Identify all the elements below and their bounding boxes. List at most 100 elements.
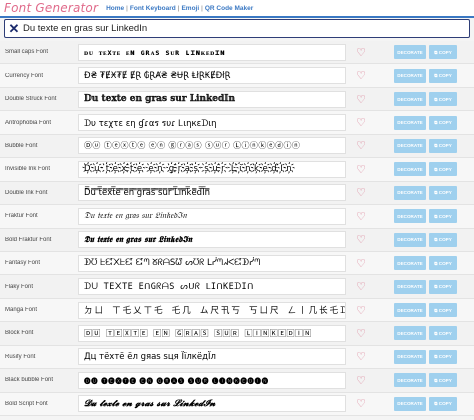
header-divider <box>0 16 474 18</box>
top-bar: Font Generator Home | Font Keyboard | Em… <box>0 0 474 16</box>
heart-icon[interactable]: ♡ <box>346 186 376 199</box>
font-row: Black bubble Font 🅓🅤 🅣🅔🅧🅣🅔 🅔🅝 🅖🅡🅐🅢 🅢🅤🅡 🅛🅘… <box>0 369 474 393</box>
copy-button-label: COPY <box>438 401 452 407</box>
font-name-label: Bubble Font <box>5 142 38 149</box>
nav-link-emoji[interactable]: Emoji <box>181 5 199 12</box>
font-name-label: Black bubble Font <box>5 377 54 384</box>
heart-icon[interactable]: ♡ <box>346 257 376 270</box>
font-output-field[interactable]: ᗪᑌ TE᙭TE EᑎGᖇᗩS ᔕᑌᖇ ᒪIᑎKEᗪIᑎ <box>78 278 346 296</box>
heart-icon[interactable]: ♡ <box>346 210 376 223</box>
decorate-button[interactable]: DECORATE <box>394 209 426 224</box>
copy-button[interactable]: ⧉ COPY <box>429 279 457 294</box>
font-row: Block Font 🄳🅄 🅃🄴🅇🅃🄴 🄴🄽 🄶🅁🄰🅂 🅂🅄🅁 🄻🄸🄽🄺🄴🄳🄸🄽 ♡… <box>0 322 474 346</box>
font-name-label: Small caps Font <box>5 49 49 56</box>
heart-icon[interactable]: ♡ <box>346 233 376 246</box>
copy-button[interactable]: ⧉ COPY <box>429 303 457 318</box>
decorate-button[interactable]: DECORATE <box>394 138 426 153</box>
font-output-field[interactable]: 🄳🅄 🅃🄴🅇🅃🄴 🄴🄽 🄶🅁🄰🅂 🅂🅄🅁 🄻🄸🄽🄺🄴🄳🄸🄽 <box>78 324 346 342</box>
font-output-field[interactable]: ᴅᴜ ᴛᴇxᴛᴇ ᴇɴ ɢʀᴀs sᴜʀ ʟɪɴᴋᴇᴅɪɴ <box>78 43 346 61</box>
decorate-button[interactable]: DECORATE <box>394 162 426 177</box>
copy-button[interactable]: ⧉ COPY <box>429 326 457 341</box>
font-output-field[interactable]: ᗫᘮ ᖶᘿ᙭ᖶᘿ ᘿᘉ ᘜᖇᗩSᘺ ᔕᘮᖇ ᒪᓰᘉᖽᐸᘿᗫᓰᘉ <box>78 254 346 272</box>
font-output-field[interactable]: Ⓓⓤ ⓣⓔⓧⓣⓔ ⓔⓝ ⓖⓡⓐⓢ ⓢⓤⓡ Ⓛⓘⓝⓚⓔⓓⓘⓝ <box>78 137 346 155</box>
font-row: Antrophobia Font ᗪυ τεχτε εη ɠɾαร รυɾ Ꮮιη… <box>0 111 474 135</box>
text-input-box: ✕ <box>4 19 470 38</box>
decorate-button[interactable]: DECORATE <box>394 326 426 341</box>
decorate-button[interactable]: DECORATE <box>394 45 426 60</box>
copy-button-label: COPY <box>438 237 452 243</box>
heart-icon[interactable]: ♡ <box>346 139 376 152</box>
font-output-field[interactable]: 🅓🅤 🅣🅔🅧🅣🅔 🅔🅝 🅖🅡🅐🅢 🅢🅤🅡 🅛🅘🅝🅚🅔🅓🅘🅝 <box>78 371 346 389</box>
font-row: Invisible Ink Font D҉u҉ t҉e҉x҉t҉e҉ e҉n҉ g… <box>0 158 474 182</box>
copy-button[interactable]: ⧉ COPY <box>429 45 457 60</box>
heart-icon[interactable]: ♡ <box>346 397 376 410</box>
decorate-button[interactable]: DECORATE <box>394 303 426 318</box>
copy-button[interactable]: ⧉ COPY <box>429 68 457 83</box>
copy-button[interactable]: ⧉ COPY <box>429 162 457 177</box>
font-name-label: Bold Fraktur Font <box>5 236 52 243</box>
heart-icon[interactable]: ♡ <box>346 46 376 59</box>
copy-button[interactable]: ⧉ COPY <box>429 185 457 200</box>
decorate-button[interactable]: DECORATE <box>394 232 426 247</box>
heart-icon[interactable]: ♡ <box>346 374 376 387</box>
font-row: Fantasy Font ᗫᘮ ᖶᘿ᙭ᖶᘿ ᘿᘉ ᘜᖇᗩSᘺ ᔕᘮᖇ ᒪᓰᘉᖽᐸᘿ… <box>0 251 474 276</box>
font-output-field[interactable]: Дц тёхтё ёл gяаѕ ѕця ЇїлкёдЇл <box>78 348 346 366</box>
font-output-field[interactable]: D҉u҉ t҉e҉x҉t҉e҉ e҉n҉ g҉r҉a҉s҉ s҉u҉r҉ L҉i… <box>78 160 346 178</box>
font-name-label: Bold Script Font <box>5 400 48 407</box>
font-name-label: Block Font <box>5 330 34 337</box>
decorate-button[interactable]: DECORATE <box>394 349 426 364</box>
font-name-label: Rusify Font <box>5 353 36 360</box>
decorate-button[interactable]: DECORATE <box>394 279 426 294</box>
heart-icon[interactable]: ♡ <box>346 304 376 317</box>
nav-link-home[interactable]: Home <box>106 5 124 12</box>
nav-separator: | <box>201 4 203 12</box>
copy-button[interactable]: ⧉ COPY <box>429 373 457 388</box>
font-output-field[interactable]: 𝔇𝔲 𝔱𝔢𝔵𝔱𝔢 𝔢𝔫 𝔤𝔯𝔞𝔰 𝔰𝔲𝔯 𝔏𝔦𝔫𝔨𝔢𝔡ℑ𝔫 <box>78 207 346 225</box>
copy-button[interactable]: ⧉ COPY <box>429 349 457 364</box>
copy-button-label: COPY <box>438 354 452 360</box>
copy-button[interactable]: ⧉ COPY <box>429 92 457 107</box>
font-output-field[interactable]: 𝔻𝕦 𝕥𝕖𝕩𝕥𝕖 𝕖𝕟 𝕘𝕣𝕒𝕤 𝕤𝕦𝕣 𝕃𝕚𝕟𝕜𝕖𝕕𝕀𝕟 <box>78 90 346 108</box>
copy-button[interactable]: ⧉ COPY <box>429 115 457 130</box>
decorate-button[interactable]: DECORATE <box>394 396 426 411</box>
heart-icon[interactable]: ♡ <box>346 350 376 363</box>
decorate-button[interactable]: DECORATE <box>394 92 426 107</box>
font-output-field[interactable]: 𝓓𝓾 𝓽𝓮𝔁𝓽𝓮 𝓮𝓷 𝓰𝓻𝓪𝓼 𝓼𝓾𝓻 𝓛𝓲𝓷𝓴𝓮𝓭𝓘𝓷 <box>78 395 346 413</box>
font-row: Fraktur Font 𝔇𝔲 𝔱𝔢𝔵𝔱𝔢 𝔢𝔫 𝔤𝔯𝔞𝔰 𝔰𝔲𝔯 𝔏𝔦𝔫𝔨𝔢𝔡ℑ… <box>0 205 474 229</box>
decorate-button[interactable]: DECORATE <box>394 373 426 388</box>
font-output-field[interactable]: ㄉㄩ ㄒ乇乂ㄒ乇 乇几 ム尺卂丂 丂ㄩ尺 ㄥ丨几长乇ᗪ丨几 <box>78 301 346 319</box>
heart-icon[interactable]: ♡ <box>346 280 376 293</box>
copy-button-label: COPY <box>438 284 452 290</box>
nav-link-font-keyboard[interactable]: Font Keyboard <box>130 5 176 12</box>
nav-link-qr-code-maker[interactable]: QR Code Maker <box>205 5 253 12</box>
heart-icon[interactable]: ♡ <box>346 116 376 129</box>
copy-button[interactable]: ⧉ COPY <box>429 256 457 271</box>
heart-icon[interactable]: ♡ <box>346 163 376 176</box>
heart-icon[interactable]: ♡ <box>346 93 376 106</box>
text-input[interactable] <box>23 20 463 37</box>
close-icon[interactable]: ✕ <box>5 20 23 37</box>
heart-icon[interactable]: ♡ <box>346 327 376 340</box>
font-row: Currency Font Đ₴ ₮ɆӾ₮Ɇ ɆⱤ ₲ⱤȺ₴ ₴ɄⱤ ⱠłⱤ₭ɆĐ… <box>0 64 474 88</box>
copy-button[interactable]: ⧉ COPY <box>429 232 457 247</box>
font-output-field[interactable]: ᗪυ τεχτε εη ɠɾαร รυɾ Ꮮιηкεᗪιη <box>78 114 346 132</box>
site-logo[interactable]: Font Generator <box>4 1 98 15</box>
font-output-field[interactable]: 𝕯𝖚 𝖙𝖊𝖝𝖙𝖊 𝖊𝖓 𝖌𝖗𝖆𝖘 𝖘𝖚𝖗 𝕷𝖎𝖓𝖐𝖊𝖉𝕴𝖓 <box>78 231 346 249</box>
font-output-field[interactable]: D̿u̿ ̿t̿e̿x̿t̿e̿ ̿e̿n̿ ̿g̿r̿a̿s̿ ̿s̿u̿r̿… <box>78 184 346 202</box>
font-row: Small caps Font ᴅᴜ ᴛᴇxᴛᴇ ᴇɴ ɢʀᴀs sᴜʀ ʟɪɴᴋ… <box>0 41 474 65</box>
font-row: Manga Font ㄉㄩ ㄒ乇乂ㄒ乇 乇几 ム尺卂丂 丂ㄩ尺 ㄥ丨几长乇ᗪ丨几 ♡… <box>0 298 474 323</box>
copy-button[interactable]: ⧉ COPY <box>429 396 457 411</box>
decorate-button[interactable]: DECORATE <box>394 115 426 130</box>
decorate-button[interactable]: DECORATE <box>394 185 426 200</box>
copy-button[interactable]: ⧉ COPY <box>429 138 457 153</box>
font-name-label: Double Ink Font <box>5 189 48 196</box>
nav-separator: | <box>177 4 180 12</box>
font-list: Small caps Font ᴅᴜ ᴛᴇxᴛᴇ ᴇɴ ɢʀᴀs sᴜʀ ʟɪɴᴋ… <box>0 41 474 416</box>
font-output-field[interactable]: Đ₴ ₮ɆӾ₮Ɇ ɆⱤ ₲ⱤȺ₴ ₴ɄⱤ ⱠłⱤ₭ɆĐłⱤ <box>78 67 346 85</box>
decorate-button[interactable]: DECORATE <box>394 256 426 271</box>
copy-button-label: COPY <box>438 330 452 336</box>
copy-button[interactable]: ⧉ COPY <box>429 209 457 224</box>
font-row: Rusify Font Дц тёхтё ёл gяаѕ ѕця ЇїлкёдЇл… <box>0 345 474 370</box>
heart-icon[interactable]: ♡ <box>346 69 376 82</box>
decorate-button[interactable]: DECORATE <box>394 68 426 83</box>
